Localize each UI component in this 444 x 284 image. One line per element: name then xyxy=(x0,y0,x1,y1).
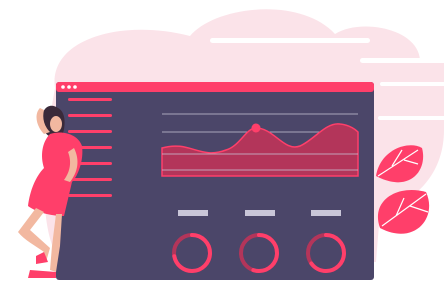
woman-shoe xyxy=(28,270,56,278)
dashboard-illustration xyxy=(18,9,444,280)
window-titlebar xyxy=(56,82,374,92)
sidebar-menu-line xyxy=(68,130,112,133)
window-dot xyxy=(61,85,65,89)
dashboard-window xyxy=(56,82,374,280)
metric-labels xyxy=(178,210,341,216)
cloud-stripe xyxy=(378,116,444,120)
cloud-stripe xyxy=(210,38,370,43)
window-controls-icon xyxy=(61,85,77,89)
illustration-scene xyxy=(0,0,444,284)
cloud-stripe xyxy=(360,58,444,63)
metric-label-bar xyxy=(245,210,275,216)
woman-face xyxy=(50,116,62,132)
window-dot xyxy=(73,85,77,89)
metric-label-bar xyxy=(178,210,208,216)
woman-leg xyxy=(18,208,50,262)
sidebar-menu-line xyxy=(68,114,112,117)
cloud-stripe xyxy=(380,82,444,86)
sidebar-menu-line xyxy=(68,194,112,197)
metric-label-bar xyxy=(311,210,341,216)
window-dot xyxy=(67,85,71,89)
sidebar-menu-line xyxy=(68,98,112,101)
chart-highlight-point xyxy=(251,123,261,133)
